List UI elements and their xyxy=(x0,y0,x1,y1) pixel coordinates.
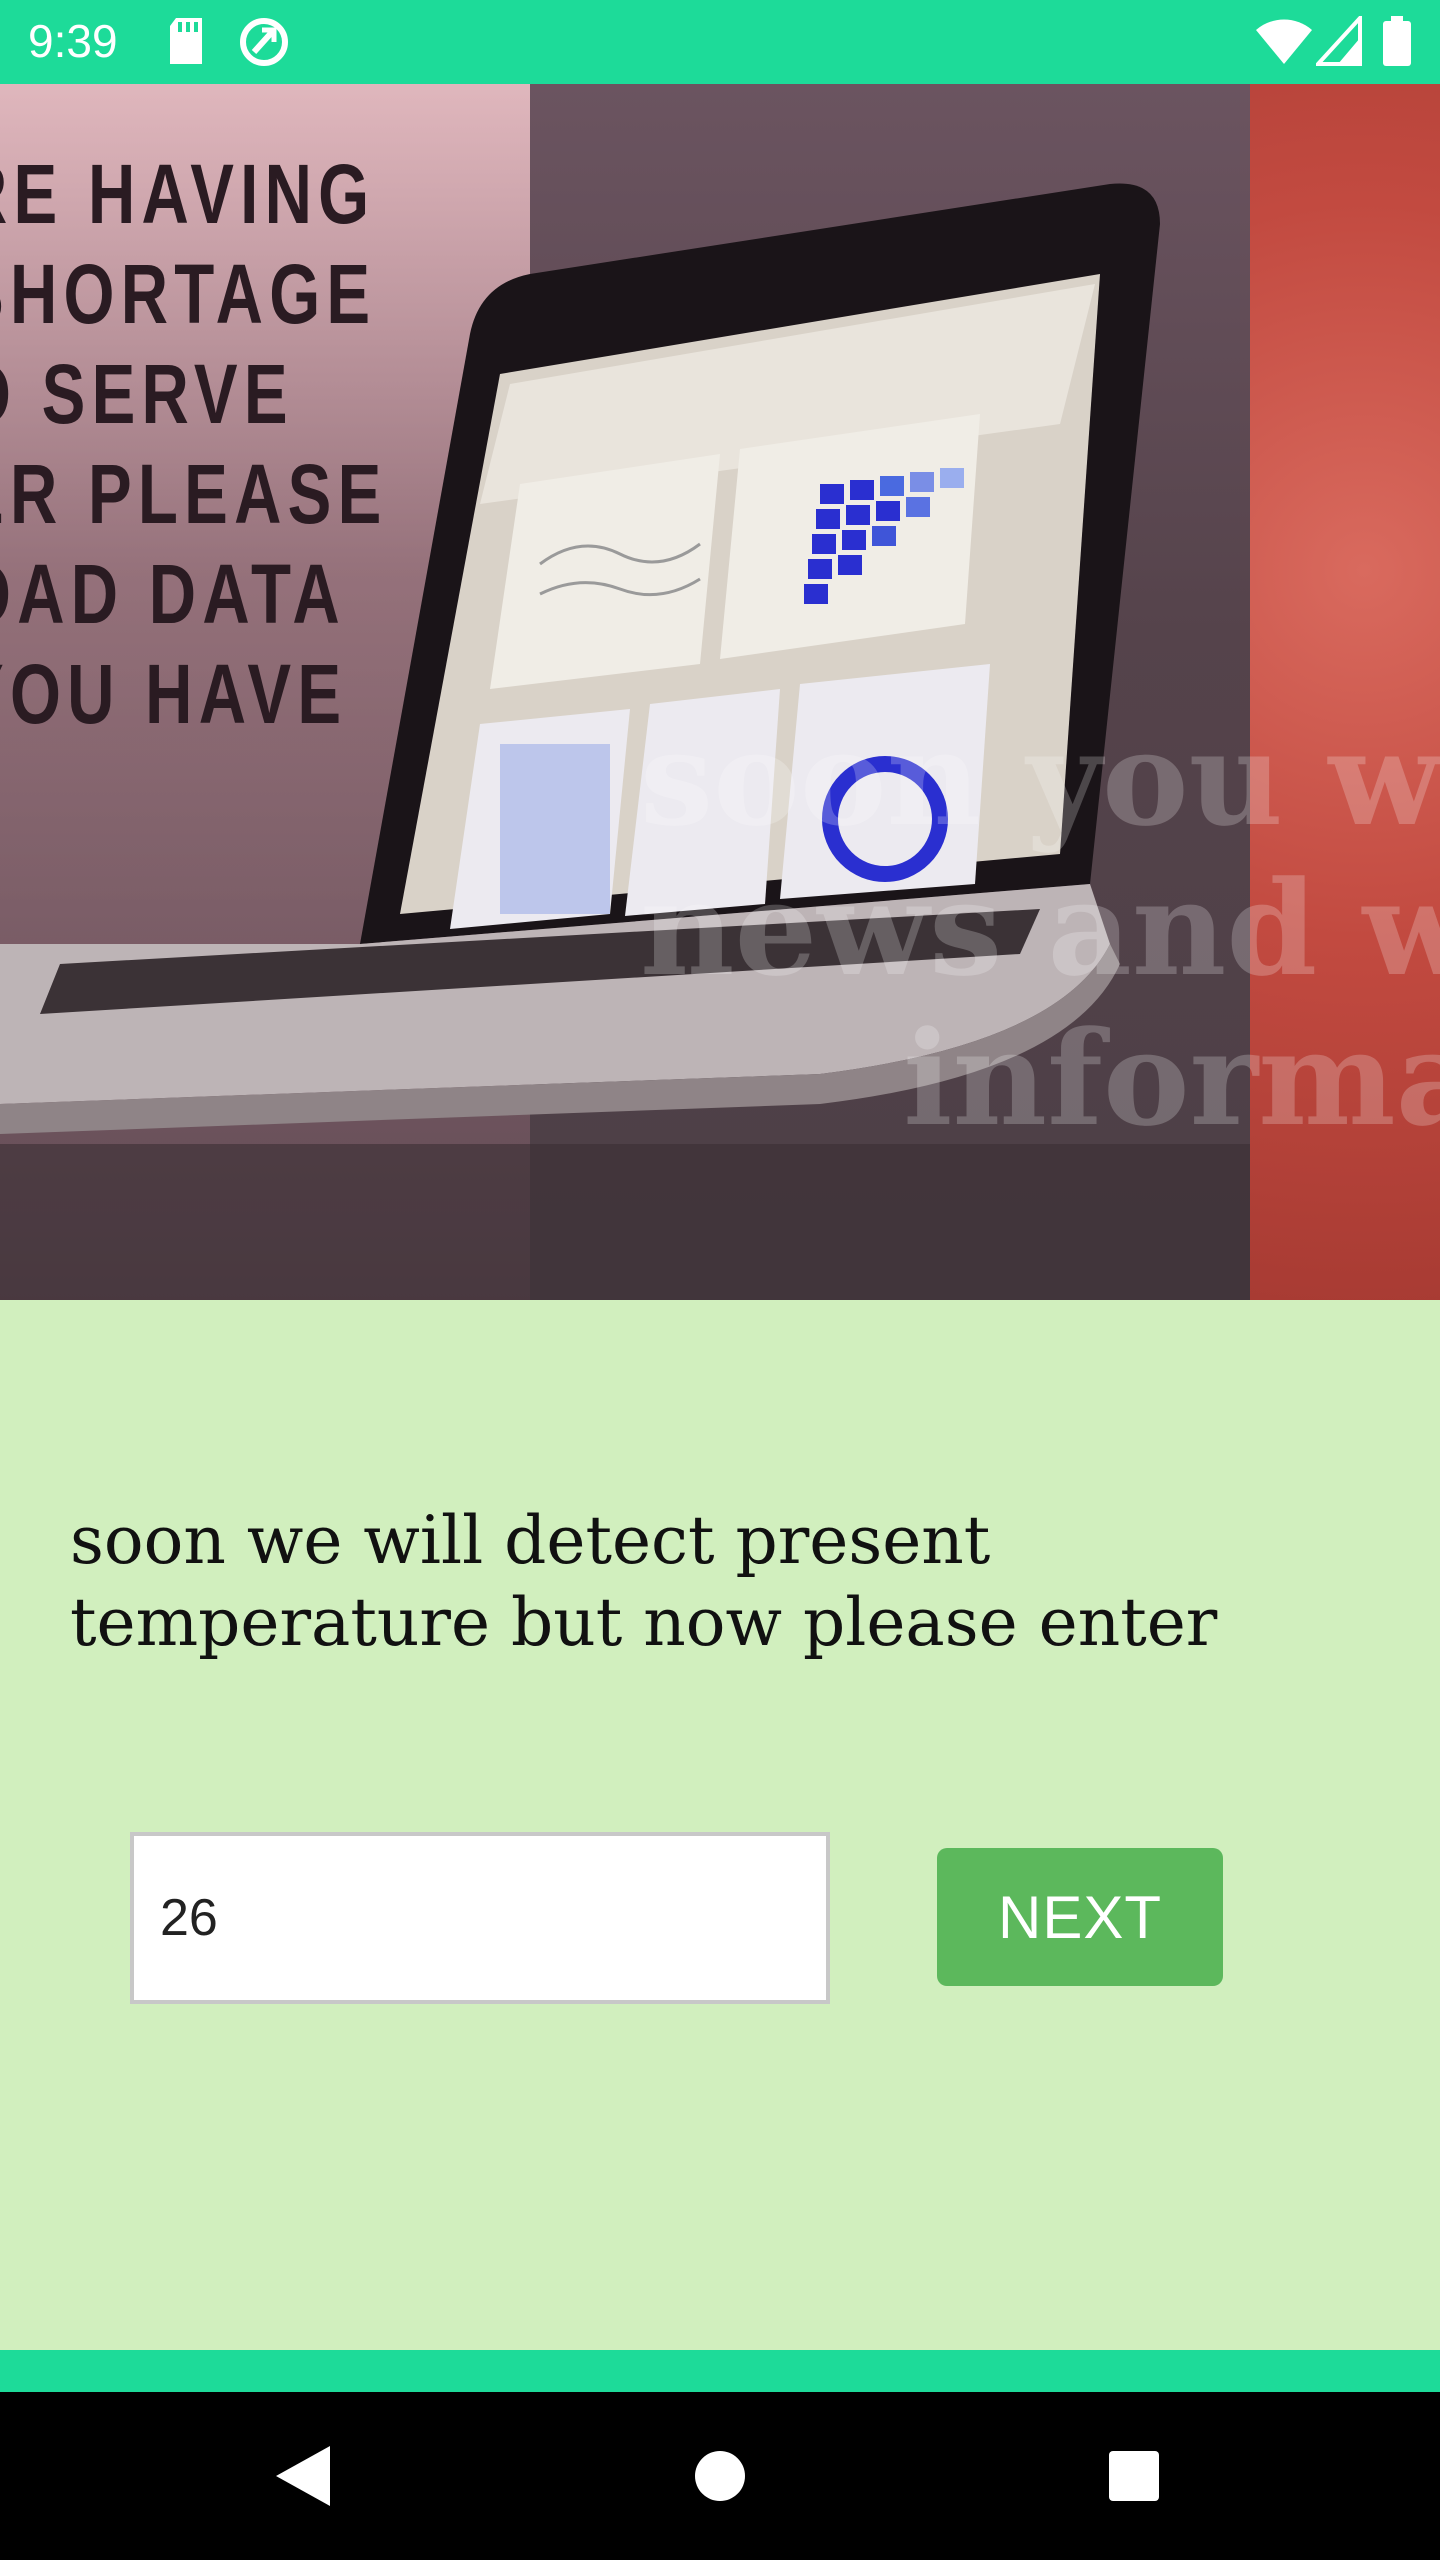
status-bar: 9:39 xyxy=(0,0,1440,84)
sync-icon xyxy=(240,18,288,66)
overlay-text: soon you will news and we informat xyxy=(640,702,1440,1155)
recents-icon[interactable] xyxy=(1106,2440,1162,2512)
image-carousel[interactable]: RE HAVING SHORTAGE O SERVE ER PLEASE OAD… xyxy=(0,84,1440,1300)
poster-text: RE HAVING SHORTAGE O SERVE ER PLEASE OAD… xyxy=(0,147,388,741)
main-content: soon we will detect present temperature … xyxy=(0,1300,1440,2350)
status-time: 9:39 xyxy=(28,15,118,67)
wifi-icon xyxy=(1256,19,1312,64)
sd-card-icon xyxy=(170,18,202,64)
prompt-text: soon we will detect present temperature … xyxy=(70,1502,1218,1661)
navigation-bar xyxy=(0,2392,1440,2560)
bottom-strip xyxy=(0,2350,1440,2392)
back-icon[interactable] xyxy=(270,2440,336,2512)
battery-icon xyxy=(1383,16,1411,66)
next-button[interactable]: NEXT xyxy=(937,1848,1223,1986)
signal-icon xyxy=(1316,16,1362,66)
temperature-input[interactable] xyxy=(130,1832,830,2004)
home-icon[interactable] xyxy=(692,2440,748,2512)
